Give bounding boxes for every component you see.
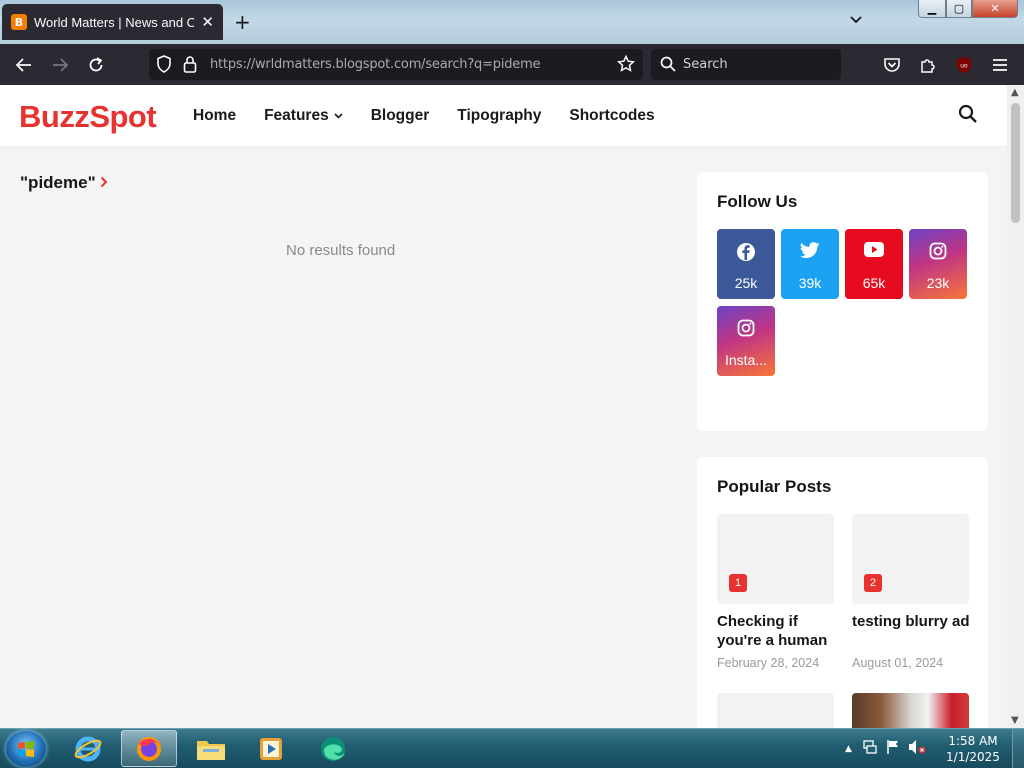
site-logo[interactable]: BuzzSpot xyxy=(19,99,157,135)
blogger-favicon-icon: B xyxy=(11,14,27,30)
follow-us-widget: Follow Us 25k 39k 65k 23k Insta... xyxy=(697,172,988,431)
nav-home[interactable]: Home xyxy=(193,107,236,125)
close-window-button[interactable]: ✕ xyxy=(972,0,1018,18)
extensions-puzzle-icon[interactable] xyxy=(917,54,939,76)
search-icon xyxy=(657,53,679,75)
back-arrow-icon[interactable] xyxy=(13,54,35,76)
windows-taskbar: ▲ 1:58 AM 1/1/2025 xyxy=(0,728,1024,768)
popular-posts-widget: Popular Posts 1 Checking if you're a hum… xyxy=(697,457,988,728)
network-icon[interactable] xyxy=(862,739,878,760)
firefox-icon[interactable] xyxy=(121,730,177,767)
media-player-icon[interactable] xyxy=(243,730,299,767)
internet-explorer-icon[interactable] xyxy=(60,730,116,767)
taskbar-clock[interactable]: 1:58 AM 1/1/2025 xyxy=(940,733,1006,765)
edge-browser-icon[interactable] xyxy=(305,730,361,767)
browser-titlebar: B World Matters | News and Opinions ✕ + … xyxy=(0,0,1024,44)
nav-tipography[interactable]: Tipography xyxy=(457,107,541,125)
windows-logo-icon xyxy=(18,741,34,757)
pocket-icon[interactable] xyxy=(881,54,903,76)
tab-close-icon[interactable]: ✕ xyxy=(201,13,214,31)
follow-us-title: Follow Us xyxy=(717,192,798,211)
browser-tab-active[interactable]: B World Matters | News and Opinions ✕ xyxy=(2,4,223,40)
search-results-title: "pideme" xyxy=(20,173,108,193)
post-date: August 01, 2024 xyxy=(852,656,944,670)
file-explorer-icon[interactable] xyxy=(183,730,239,767)
instagram-icon xyxy=(717,319,775,337)
url-text[interactable]: https://wrldmatters.blogspot.com/search?… xyxy=(210,57,541,72)
address-bar[interactable]: https://wrldmatters.blogspot.com/search?… xyxy=(149,49,643,80)
site-search-icon[interactable] xyxy=(958,104,978,129)
menu-hamburger-icon[interactable] xyxy=(989,54,1011,76)
search-bar[interactable]: Search xyxy=(651,49,841,80)
lock-icon[interactable] xyxy=(179,53,201,75)
popular-posts-title: Popular Posts xyxy=(717,477,832,496)
svg-text:uo: uo xyxy=(960,63,968,70)
start-button[interactable] xyxy=(6,731,46,767)
rank-badge: 1 xyxy=(729,574,747,592)
nav-blogger[interactable]: Blogger xyxy=(371,107,430,125)
nav-shortcodes[interactable]: Shortcodes xyxy=(569,107,654,125)
site-header: BuzzSpot Home Features Blogger Tipograph… xyxy=(0,85,1007,147)
twitter-button[interactable]: 39k xyxy=(781,229,839,299)
forward-arrow-icon[interactable] xyxy=(49,54,71,76)
new-tab-button[interactable]: + xyxy=(234,10,251,34)
tab-title: World Matters | News and Opinions xyxy=(34,14,194,30)
show-hidden-icons-icon[interactable]: ▲ xyxy=(845,744,852,754)
facebook-icon xyxy=(717,242,775,262)
scrollbar-thumb[interactable] xyxy=(1011,103,1020,223)
youtube-button[interactable]: 65k xyxy=(845,229,903,299)
post-thumbnail[interactable] xyxy=(717,693,834,728)
chevron-right-icon xyxy=(100,173,108,193)
minimize-button[interactable]: ▁ xyxy=(918,0,946,18)
post-title[interactable]: Checking if you're a human xyxy=(717,612,842,650)
page-scrollbar[interactable]: ▲ ▼ xyxy=(1007,85,1024,728)
list-all-tabs-icon[interactable] xyxy=(849,12,863,30)
instagram-button[interactable]: 23k xyxy=(909,229,967,299)
ublock-origin-icon[interactable]: uo xyxy=(953,54,975,76)
reload-icon[interactable] xyxy=(85,54,107,76)
nav-features[interactable]: Features xyxy=(264,107,343,125)
maximize-button[interactable]: ▢ xyxy=(946,0,972,18)
post-thumbnail-photo[interactable] xyxy=(852,693,969,728)
post-title[interactable]: testing blurry ad xyxy=(852,612,977,631)
instagram-icon xyxy=(909,242,967,260)
system-tray: ▲ xyxy=(845,729,926,768)
main-nav: Home Features Blogger Tipography Shortco… xyxy=(193,107,683,125)
bookmark-star-icon[interactable] xyxy=(615,53,637,75)
instagram-button-2[interactable]: Insta... xyxy=(717,306,775,376)
web-page: BuzzSpot Home Features Blogger Tipograph… xyxy=(0,85,1007,728)
scroll-down-arrow-icon[interactable]: ▼ xyxy=(1011,715,1019,726)
twitter-icon xyxy=(781,242,839,259)
scroll-up-arrow-icon[interactable]: ▲ xyxy=(1011,87,1019,98)
post-date: February 28, 2024 xyxy=(717,656,820,670)
search-placeholder: Search xyxy=(683,57,728,72)
show-desktop-button[interactable] xyxy=(1012,729,1024,768)
no-results-message: No results found xyxy=(286,242,396,259)
clock-date: 1/1/2025 xyxy=(946,750,1000,764)
shield-icon[interactable] xyxy=(153,53,175,75)
rank-badge: 2 xyxy=(864,574,882,592)
youtube-icon xyxy=(845,242,903,257)
browser-toolbar: https://wrldmatters.blogspot.com/search?… xyxy=(0,44,1024,85)
chevron-down-icon xyxy=(334,111,343,122)
clock-time: 1:58 AM xyxy=(948,734,998,748)
volume-muted-icon[interactable] xyxy=(908,739,926,760)
facebook-button[interactable]: 25k xyxy=(717,229,775,299)
action-center-flag-icon[interactable] xyxy=(886,739,900,760)
